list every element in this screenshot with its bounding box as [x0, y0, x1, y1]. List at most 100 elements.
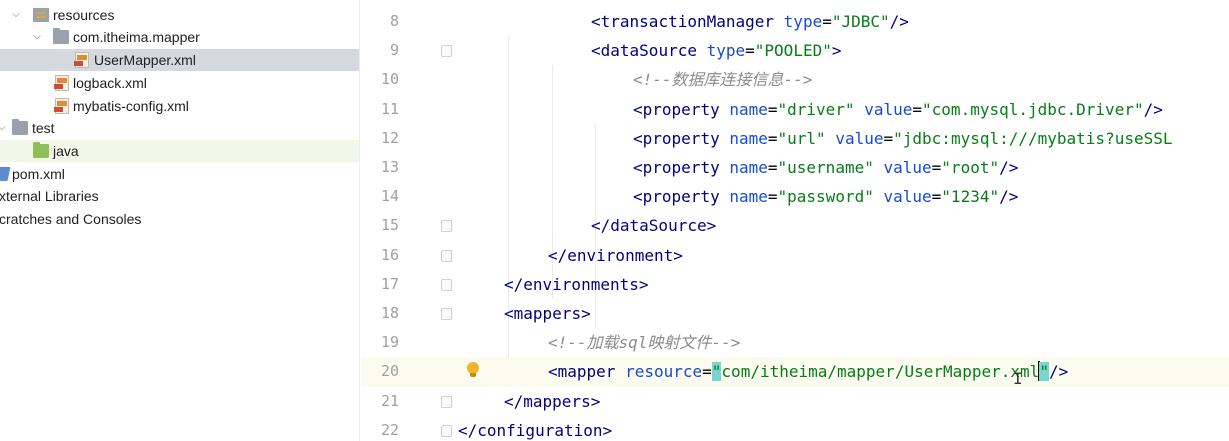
tree-item-test[interactable]: ⌵ test	[0, 117, 359, 139]
tree-item-com-itheima-mapper[interactable]: ⌵ com.itheima.mapper	[0, 26, 359, 48]
code-text[interactable]: <!--加载sql映射文件-->	[548, 328, 740, 357]
xml-file-icon	[54, 75, 69, 91]
code-token: "JDBC"	[831, 12, 890, 31]
tree-item-mybatis-config-xml[interactable]: mybatis-config.xml	[0, 95, 359, 117]
code-token: "username"	[777, 158, 874, 177]
code-token: mappers	[513, 304, 582, 323]
code-token: <	[633, 158, 643, 177]
code-token: <	[591, 12, 601, 31]
code-token: value	[835, 128, 884, 148]
chevron-down-icon[interactable]: ⌵	[0, 117, 8, 139]
fold-marker-icon[interactable]	[441, 395, 452, 408]
code-token: />	[999, 187, 1019, 207]
fold-marker-icon[interactable]	[441, 424, 452, 437]
code-line[interactable]: 13 <property name="username" value="root"…	[361, 153, 1229, 182]
code-token: value	[864, 99, 913, 119]
code-token: >	[706, 216, 717, 236]
tree-item-label: logback.xml	[73, 75, 147, 91]
tree-item-scratches-and-consoles[interactable]: cratches and Consoles	[0, 208, 359, 230]
code-token: <	[633, 187, 643, 207]
line-number: 18	[380, 304, 399, 322]
chevron-down-icon[interactable]: ⌵	[10, 4, 22, 26]
code-text[interactable]: </configuration>	[458, 416, 612, 441]
code-token: =	[931, 187, 942, 207]
code-token: <	[548, 362, 558, 382]
tree-item-java[interactable]: java	[0, 140, 359, 162]
code-line[interactable]: 9 <dataSource type="POOLED">	[361, 36, 1229, 65]
code-line[interactable]: 21 </mappers>	[361, 387, 1229, 416]
code-text[interactable]: </dataSource>	[591, 211, 716, 240]
code-token: >	[831, 41, 842, 61]
code-text[interactable]: <property name="username" value="root"/>	[633, 153, 1018, 182]
code-text[interactable]: <property name="url" value="jdbc:mysql:/…	[633, 124, 1173, 153]
code-line[interactable]: 8 <transactionManager type="JDBC"/>	[361, 7, 1229, 36]
tree-item-pom-xml[interactable]: pom.xml	[0, 163, 359, 185]
tree-item-label: test	[32, 120, 55, 136]
code-token: =	[767, 99, 778, 119]
code-token: type	[783, 12, 823, 31]
line-number: 22	[380, 420, 399, 439]
fold-marker-icon[interactable]	[441, 220, 452, 233]
line-number: 15	[380, 216, 399, 235]
code-token: >	[590, 391, 601, 411]
code-line[interactable]: 16 </environment>	[361, 241, 1229, 270]
code-token: "com.mysql.jdbc.Driver"	[922, 99, 1144, 119]
code-token: name	[729, 158, 768, 177]
line-number: 11	[380, 99, 399, 118]
code-token: =	[912, 99, 923, 119]
code-line[interactable]: 15 </dataSource>	[361, 211, 1229, 240]
line-number: 19	[380, 333, 399, 352]
tree-item-external-libraries[interactable]: xternal Libraries	[0, 185, 359, 207]
fold-marker-icon[interactable]	[441, 308, 452, 320]
line-number: 21	[380, 391, 399, 410]
line-number: 8	[389, 12, 399, 30]
code-token: "POOLED"	[754, 41, 832, 61]
chevron-down-icon[interactable]: ⌵	[31, 26, 43, 48]
tree-item-logback-xml[interactable]: logback.xml	[0, 72, 359, 94]
code-line[interactable]: 10 <!--数据库连接信息-->	[361, 65, 1229, 94]
code-token: </	[504, 274, 524, 294]
code-text[interactable]: <mapper resource="com/itheima/mapper/Use…	[548, 357, 1068, 386]
code-line[interactable]: 19 <!--加载sql映射文件-->	[361, 328, 1229, 357]
code-token: com/itheima/mapper/UserMapper.xml	[721, 362, 1040, 382]
code-line[interactable]: 11 <property name="driver" value="com.mys…	[361, 95, 1229, 124]
code-line[interactable]: 20 <mapper resource="com/itheima/mapper/U…	[361, 357, 1229, 387]
fold-marker-icon[interactable]	[441, 249, 452, 262]
code-text[interactable]: <property name="driver" value="com.mysql…	[633, 95, 1163, 124]
code-text[interactable]: </environment>	[548, 241, 683, 270]
code-line[interactable]: 22 </configuration>	[361, 416, 1229, 441]
tree-item-label: com.itheima.mapper	[73, 29, 200, 45]
code-token: </	[458, 420, 478, 440]
code-token: />	[1143, 99, 1163, 119]
code-token: </	[591, 216, 611, 236]
code-text[interactable]: <mappers>	[504, 299, 591, 328]
xml-file-icon	[54, 98, 69, 114]
code-editor[interactable]: 8 <transactionManager type="JDBC"/> 9 <data…	[361, 0, 1229, 441]
code-line[interactable]: 14 <property name="password" value="1234"…	[361, 182, 1229, 211]
source-folder-icon	[33, 142, 49, 158]
fold-marker-icon[interactable]	[441, 278, 452, 291]
tree-item-usermapper-xml[interactable]: UserMapper.xml	[0, 49, 359, 71]
code-line[interactable]: 17 </environments>	[361, 270, 1229, 299]
code-text[interactable]: <dataSource type="POOLED">	[591, 36, 841, 65]
code-line[interactable]: 12 <property name="url" value="jdbc:mysql…	[361, 124, 1229, 153]
code-text[interactable]: <transactionManager type="JDBC"/>	[591, 7, 909, 36]
code-text[interactable]: </environments>	[504, 270, 649, 299]
code-line[interactable]: 18 <mappers>	[361, 299, 1229, 328]
fold-marker-icon[interactable]	[441, 45, 452, 58]
code-token: />	[999, 158, 1019, 177]
code-token: "url"	[777, 128, 826, 148]
tree-item-resources[interactable]: ⌵ resources	[0, 4, 359, 26]
resources-folder-icon	[33, 8, 49, 22]
code-token: <!--加载sql映射文件-->	[548, 333, 741, 353]
lightbulb-icon[interactable]	[466, 362, 480, 379]
tree-item-label: UserMapper.xml	[94, 52, 196, 68]
code-text[interactable]: <!--数据库连接信息-->	[633, 65, 812, 94]
text-cursor-icon: I	[1013, 369, 1023, 388]
code-text[interactable]: <property name="password" value="1234"/>	[633, 182, 1018, 211]
code-text[interactable]: </mappers>	[504, 387, 600, 416]
